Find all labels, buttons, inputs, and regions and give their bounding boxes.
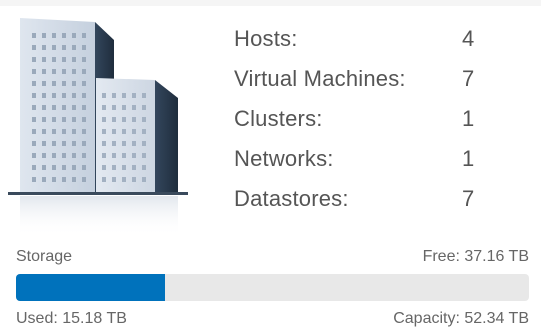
stat-row-clusters: Clusters: 1: [234, 102, 534, 142]
stat-label: Datastores:: [234, 186, 349, 211]
storage-usage-fill: [16, 274, 165, 301]
stat-row-datastores: Datastores: 7: [234, 182, 534, 222]
storage-usage-bar: [16, 274, 529, 301]
stat-value[interactable]: 1: [462, 142, 474, 176]
stat-label: Clusters:: [234, 106, 323, 131]
stat-label: Virtual Machines:: [234, 66, 406, 91]
storage-used-label: Used: 15.18 TB: [16, 310, 127, 327]
datacenter-buildings-icon: [8, 18, 188, 236]
stat-row-hosts: Hosts: 4: [234, 22, 534, 62]
stat-label: Hosts:: [234, 26, 298, 51]
stat-value[interactable]: 1: [462, 102, 474, 136]
stat-value[interactable]: 4: [462, 22, 474, 56]
stat-row-networks: Networks: 1: [234, 142, 534, 182]
storage-free-label: Free: 37.16 TB: [422, 248, 529, 265]
stat-value[interactable]: 7: [462, 182, 474, 216]
storage-capacity-label: Capacity: 52.34 TB: [393, 310, 529, 327]
stat-row-virtual-machines: Virtual Machines: 7: [234, 62, 534, 102]
datacenter-summary-card: Hosts: 4 Virtual Machines: 7 Clusters: 1…: [0, 0, 541, 332]
datacenter-stats: Hosts: 4 Virtual Machines: 7 Clusters: 1…: [234, 22, 534, 222]
storage-label: Storage: [16, 248, 73, 265]
stat-label: Networks:: [234, 146, 334, 171]
stat-value[interactable]: 7: [462, 62, 474, 96]
